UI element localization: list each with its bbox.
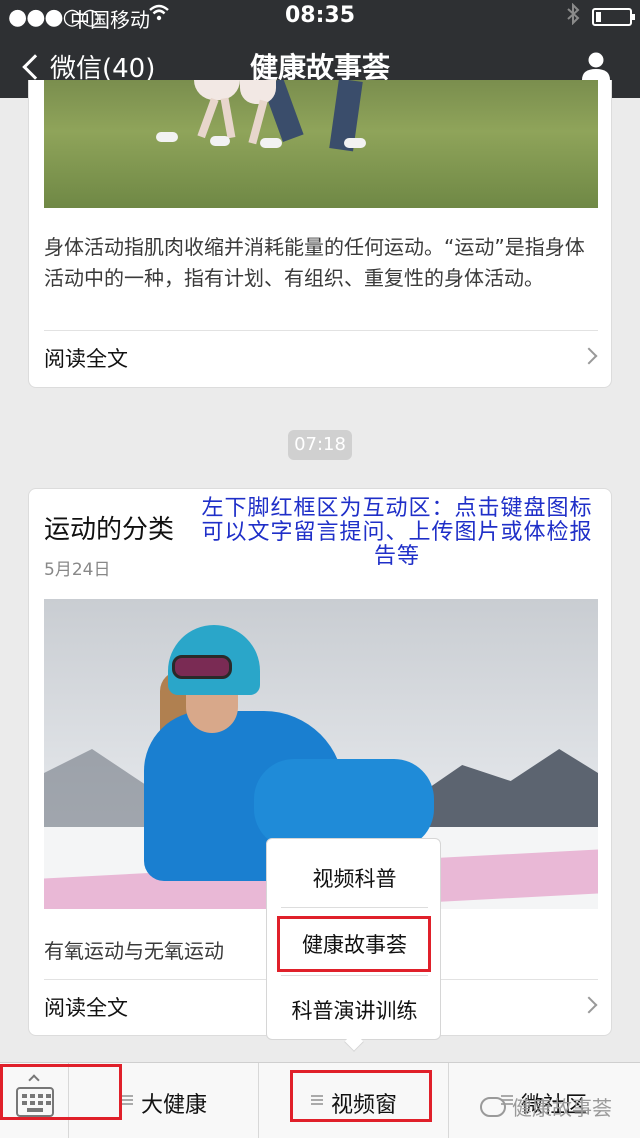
divider [281,975,428,976]
submenu-item-speech-training[interactable]: 科普演讲训练 [267,995,442,1025]
status-bar: ●●●○○ 中国移动 08:35 [0,0,640,32]
divider [281,907,428,908]
person-icon[interactable] [580,50,612,82]
read-all-link[interactable]: 阅读全文 [44,992,128,1022]
divider [44,330,598,331]
highlight-box [0,1064,122,1120]
popup-pointer [344,1032,364,1052]
article-description: 身体活动指肌肉收缩并消耗能量的任何运动。“运动”是指身体活动中的一种，指有计划、… [44,235,585,290]
article-date: 5月24日 [44,560,111,580]
bluetooth-icon [566,2,580,30]
battery-level [596,12,601,22]
status-time: 08:35 [284,3,356,28]
watermark-text: 健康故事荟 [512,1096,612,1120]
annotation-text: 左下脚红框区为互动区：点击键盘图标可以文字留言提问、上传图片或体检报告等 [201,496,593,569]
highlight-box [290,1070,432,1122]
watermark: 健康故事荟 [480,1092,612,1121]
read-all-link[interactable]: 阅读全文 [44,343,128,373]
submenu-item-video-science[interactable]: 视频科普 [267,863,442,893]
message-timestamp: 07:18 [288,430,352,460]
chevron-right-icon [580,996,598,1014]
menu-label: 大健康 [141,1093,208,1118]
article-subtitle: 有氧运动与无氧运动 [44,939,224,963]
battery-icon [592,8,635,26]
article-title: 运动的分类 [44,515,175,545]
chevron-right-icon [580,347,598,365]
highlight-box [277,916,431,972]
article-card-1[interactable]: 身体活动指肌肉收缩并消耗能量的任何运动。“运动”是指身体活动中的一种，指有计划、… [28,80,612,388]
wechat-logo-icon [480,1096,506,1117]
menu-icon [121,1095,133,1105]
article-image-running-family [44,80,598,208]
